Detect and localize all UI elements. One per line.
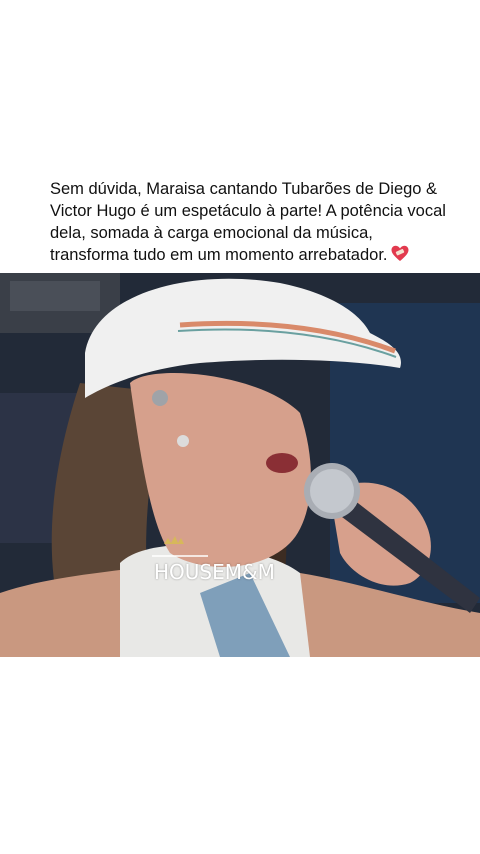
video-frame [0,273,480,657]
post-caption: Sem dúvida, Maraisa cantando Tubarões de… [50,178,450,268]
housemm-watermark: HOUSEM&M [146,532,316,592]
watermark-text: HOUSEM&M [154,560,275,584]
video-player[interactable] [0,273,480,657]
caption-text: Sem dúvida, Maraisa cantando Tubarões de… [50,180,446,264]
heart-with-bandage-icon [391,245,409,268]
